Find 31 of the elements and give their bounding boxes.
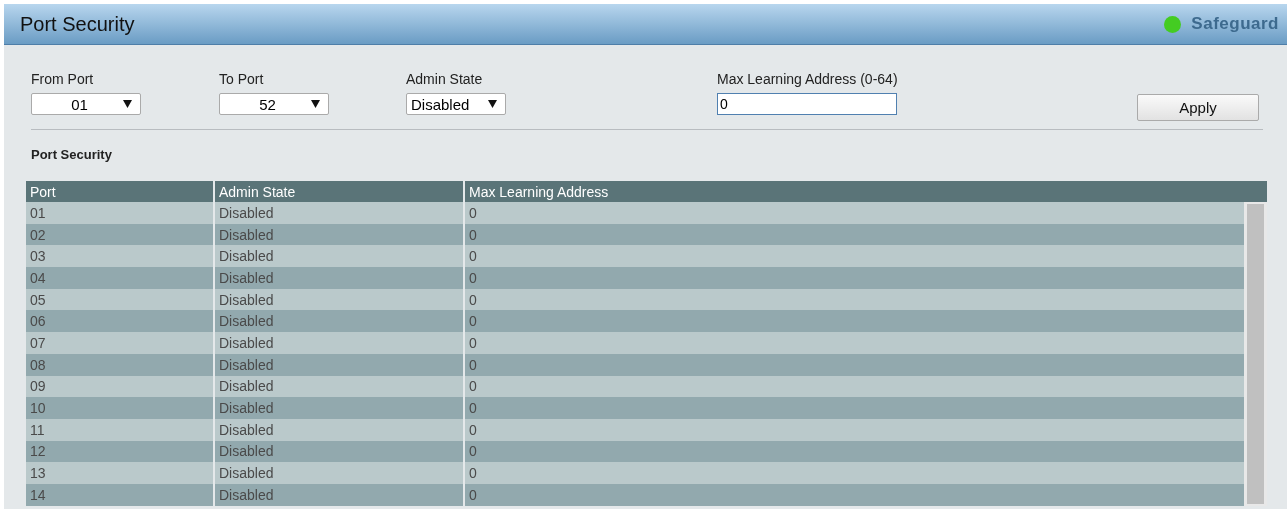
table-cell-text: 09 (29, 378, 47, 395)
field-label: Max Learning Address (0-64) (717, 71, 899, 87)
caret-icon (123, 100, 132, 108)
table-cell-text: 11 (29, 421, 46, 438)
table-cell-text: 07 (29, 334, 47, 351)
table-cell-text: 02 (29, 226, 47, 243)
dropdown[interactable]: 01 (31, 93, 141, 115)
dropdown[interactable]: Disabled (406, 93, 506, 115)
field-label: To Port (219, 71, 265, 87)
table-cell-text: 05 (29, 291, 47, 308)
input-field[interactable]: 0 (717, 93, 897, 115)
caret-icon (311, 100, 320, 108)
apply-button[interactable]: Apply (1137, 94, 1259, 121)
table-cell: Disabled (213, 483, 463, 506)
field-label: From Port (31, 71, 95, 87)
table-cell-text: 03 (29, 248, 47, 265)
page-title: Port Security (20, 12, 135, 36)
field-label: Admin State (406, 71, 484, 87)
table-cell-text: 08 (29, 356, 47, 373)
table-cell-text: 06 (29, 313, 47, 330)
table-cell-text: 12 (29, 443, 47, 460)
table-cell-text: 13 (29, 465, 47, 482)
table-cell-text: 01 (29, 204, 47, 221)
table-cell-text: 04 (29, 269, 47, 286)
status-label: Safeguard (1191, 14, 1279, 34)
caret-icon (488, 100, 497, 108)
table-cell-text: 10 (29, 400, 47, 417)
section-title: Port Security (31, 147, 113, 162)
table-cell-text: 14 (29, 486, 47, 503)
column-header: Port (29, 183, 57, 200)
dropdown[interactable]: 52 (219, 93, 329, 115)
